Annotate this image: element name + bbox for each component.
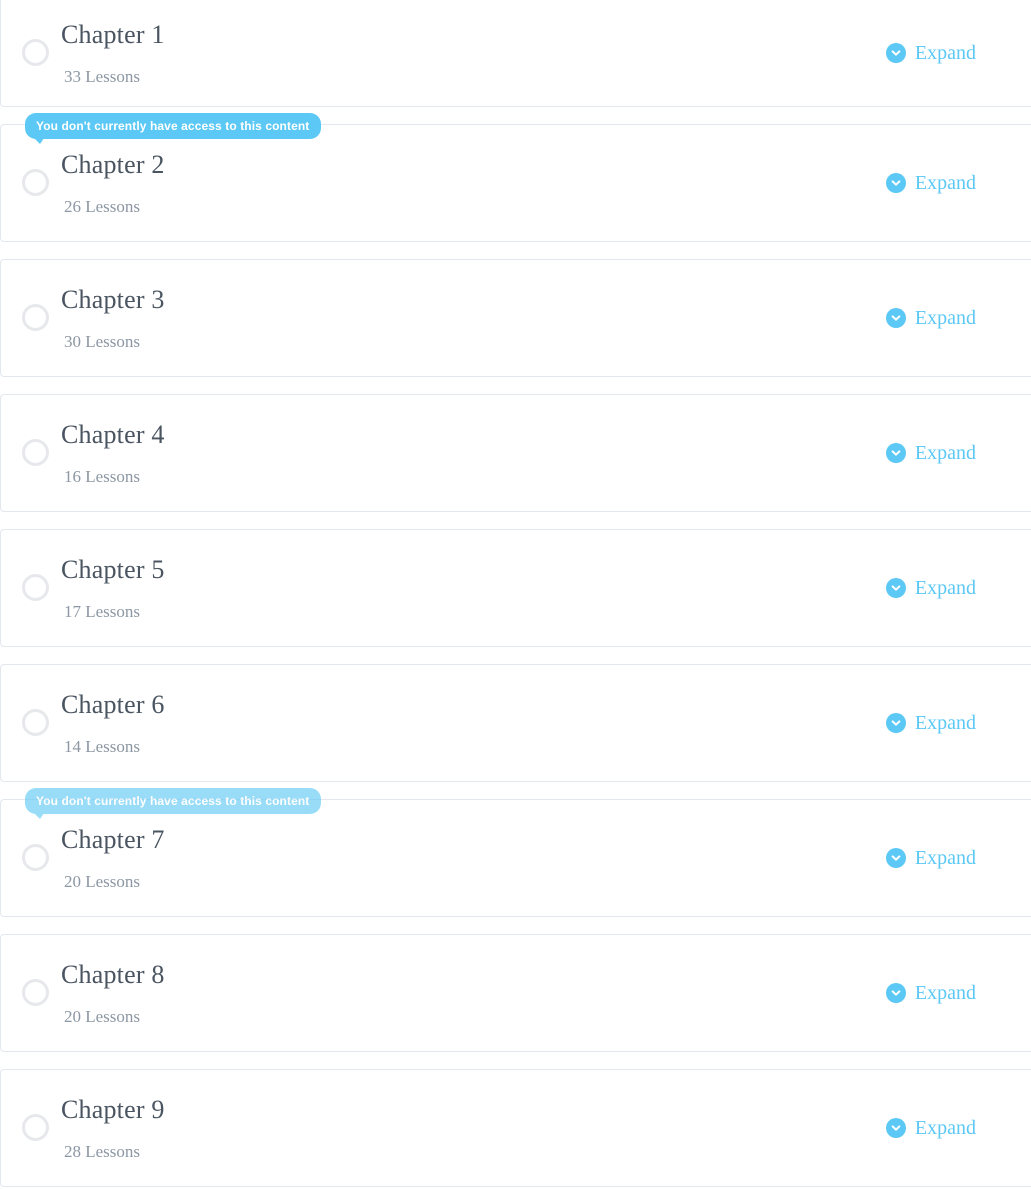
chapter-info: Chapter 6 14 Lessons [61,689,886,757]
chapter-info: Chapter 1 33 Lessons [61,19,886,87]
chevron-down-circle-icon[interactable] [885,848,906,868]
progress-circle-incomplete-icon [22,708,49,736]
chapter-info: Chapter 7 20 Lessons [61,824,886,892]
chapter-info: Chapter 4 16 Lessons [61,419,886,487]
chapter-lesson-count: 20 Lessons [64,872,141,892]
chapter-lesson-count: 16 Lessons [64,467,141,487]
chapter-title: Chapter 6 [61,689,165,719]
chevron-down-circle-icon[interactable] [885,443,906,463]
chapter-card[interactable]: Chapter 6 14 Lessons Expand [0,664,1031,782]
expand-button[interactable]: Expand [885,1118,976,1138]
progress-circle-incomplete-icon [22,573,49,601]
expand-button[interactable]: Expand [885,848,976,868]
access-restricted-tooltip: You don't currently have access to this … [25,113,322,144]
expand-label[interactable]: Expand [915,848,976,868]
expand-label[interactable]: Expand [915,308,976,328]
chapter-lesson-count: 26 Lessons [64,197,141,217]
chevron-down-circle-icon[interactable] [885,1118,906,1138]
expand-button[interactable]: Expand [885,308,976,328]
progress-circle-incomplete-icon [22,168,49,196]
expand-label[interactable]: Expand [915,983,976,1003]
chapter-info: Chapter 5 17 Lessons [61,554,886,622]
expand-label[interactable]: Expand [915,443,976,463]
chapter-card[interactable]: Chapter 8 20 Lessons Expand [0,934,1031,1052]
chapter-card[interactable]: You don't currently have access to this … [0,113,1031,242]
expand-button[interactable]: Expand [885,983,976,1003]
chapter-card[interactable]: You don't currently have access to this … [0,788,1031,917]
chapter-lesson-count: 14 Lessons [64,737,141,757]
expand-button[interactable]: Expand [885,173,976,193]
chapter-lesson-count: 30 Lessons [64,332,141,352]
chapter-lesson-count: 20 Lessons [64,1007,141,1027]
chapter-title: Chapter 4 [61,419,165,449]
expand-button[interactable]: Expand [885,443,976,463]
chapter-card[interactable]: Chapter 4 16 Lessons Expand [0,394,1031,512]
chapter-title: Chapter 8 [61,959,165,989]
expand-button[interactable]: Expand [885,578,976,598]
chapter-title: Chapter 2 [61,149,165,179]
chapter-card[interactable]: Chapter 3 30 Lessons Expand [0,259,1031,377]
chapter-title: Chapter 3 [61,284,165,314]
chapter-title: Chapter 9 [61,1094,165,1124]
progress-circle-incomplete-icon [22,303,49,331]
chapter-info: Chapter 2 26 Lessons [61,149,886,217]
chevron-down-circle-icon[interactable] [885,43,906,63]
expand-label[interactable]: Expand [915,713,976,733]
chapter-info: Chapter 9 28 Lessons [61,1094,886,1162]
chapter-lesson-count: 33 Lessons [64,67,141,87]
expand-button[interactable]: Expand [885,713,976,733]
chapter-title: Chapter 5 [61,554,165,584]
course-chapter-accordion: Chapter 1 33 Lessons Expand You don't curre… [0,0,1031,1187]
expand-label[interactable]: Expand [915,173,976,193]
chevron-down-circle-icon[interactable] [885,578,906,598]
progress-circle-incomplete-icon [22,1113,49,1141]
chapter-card[interactable]: Chapter 1 33 Lessons Expand [0,0,1031,107]
chevron-down-circle-icon[interactable] [885,983,906,1003]
chapter-title: Chapter 7 [61,824,165,854]
progress-circle-incomplete-icon [22,38,49,66]
chapter-info: Chapter 3 30 Lessons [61,284,886,352]
chapter-card[interactable]: Chapter 9 28 Lessons Expand [0,1069,1031,1187]
expand-label[interactable]: Expand [915,1118,976,1138]
chevron-down-circle-icon[interactable] [885,713,906,733]
access-restricted-tooltip: You don't currently have access to this … [25,788,322,819]
progress-circle-incomplete-icon [22,978,49,1006]
chapter-card[interactable]: Chapter 5 17 Lessons Expand [0,529,1031,647]
progress-circle-incomplete-icon [22,438,49,466]
chevron-down-circle-icon[interactable] [885,173,906,193]
expand-button[interactable]: Expand [885,43,976,63]
chapter-title: Chapter 1 [61,19,165,49]
expand-label[interactable]: Expand [915,43,976,63]
chapter-info: Chapter 8 20 Lessons [61,959,886,1027]
chapter-lesson-count: 17 Lessons [64,602,141,622]
progress-circle-incomplete-icon [22,843,49,871]
expand-label[interactable]: Expand [915,578,976,598]
chevron-down-circle-icon[interactable] [885,308,906,328]
chapter-lesson-count: 28 Lessons [64,1142,141,1162]
